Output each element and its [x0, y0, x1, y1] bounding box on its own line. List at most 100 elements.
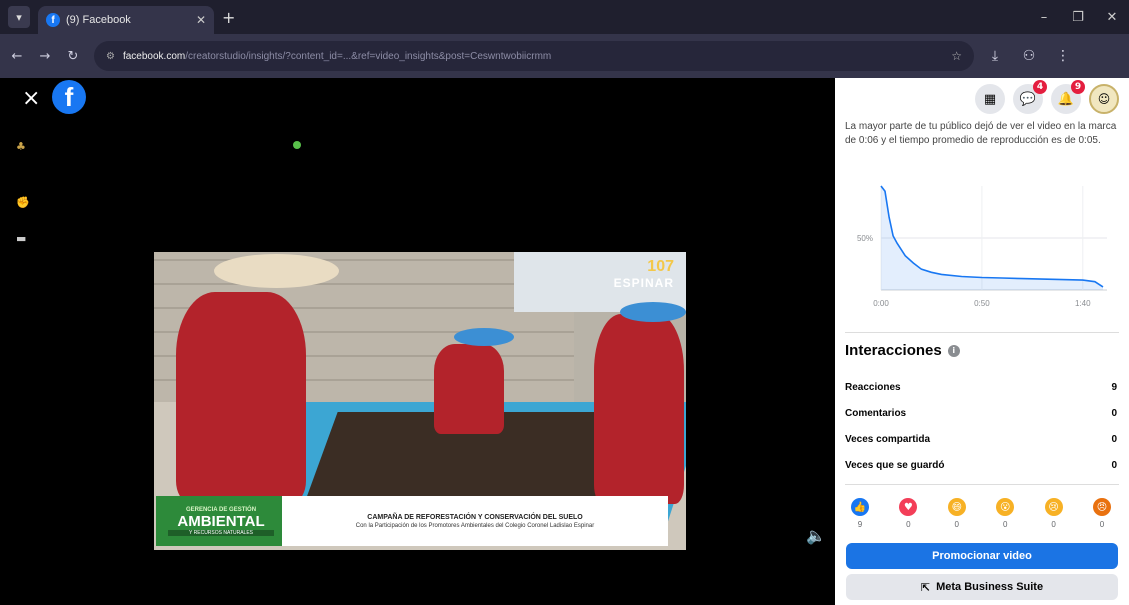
stat-label: Veces que se guardó — [845, 460, 945, 471]
haha-icon: 😄 — [947, 498, 966, 516]
insights-panel: ▦ 💬 4 🔔 9 ☺ La mayor parte de tu público… — [835, 78, 1129, 605]
close-tab-icon[interactable]: ✕ — [196, 13, 206, 27]
stat-label: Comentarios — [845, 408, 907, 419]
url-domain: facebook.com — [122, 50, 186, 62]
browser-menu-icon[interactable]: ⋮ — [1050, 48, 1076, 64]
messenger-badge: 4 — [1033, 80, 1047, 94]
angry-icon: 😠 — [1092, 498, 1111, 516]
reaction-count: 0 — [1051, 520, 1056, 529]
forward-icon[interactable]: → — [34, 49, 56, 64]
minimize-icon[interactable]: – — [1027, 10, 1061, 25]
y-tick-label: 50% — [857, 234, 873, 243]
profile-icon[interactable]: ⚇ — [1016, 48, 1042, 64]
video-frame-person — [434, 344, 504, 434]
menu-grid-icon[interactable]: ▦ — [975, 84, 1005, 114]
external-link-icon: ⇱ — [920, 580, 931, 594]
flex-emoji-icon: ✊ — [16, 196, 30, 209]
volume-icon[interactable]: 🔈 — [806, 526, 826, 545]
banner-headline: CAMPAÑA DE REFORESTACIÓN Y CONSERVACIÓN … — [367, 513, 583, 521]
facebook-favicon-icon: f — [46, 13, 60, 27]
video-lower-third: GERENCIA DE GESTIÓN AMBIENTAL Y RECURSOS… — [156, 496, 668, 546]
retention-chart-svg: 50% 0:00 0:50 1:40 — [857, 185, 1107, 308]
video-player[interactable]: 107 ESPINAR GERENCIA DE GESTIÓN AMBIENTA… — [154, 252, 686, 550]
video-frame-hat — [620, 302, 686, 322]
love-icon: ♥ — [899, 498, 918, 516]
reaction-count: 0 — [1099, 520, 1105, 529]
promote-video-button[interactable]: Promocionar video — [846, 543, 1118, 569]
reload-icon[interactable]: ↻ — [62, 49, 84, 64]
station-name: ESPINAR — [613, 276, 674, 290]
header-icons: ▦ 💬 4 🔔 9 ☺ — [975, 80, 1119, 114]
notifications-badge: 9 — [1071, 80, 1085, 94]
info-icon[interactable]: i — [947, 344, 960, 357]
reaction-count: 0 — [954, 520, 959, 529]
bookmark-star-icon[interactable]: ☆ — [951, 49, 962, 63]
video-frame-person — [594, 314, 684, 504]
stat-label: Veces compartida — [845, 434, 931, 445]
banner-subtitle: Con la Participación de los Promotores A… — [355, 522, 595, 529]
divider — [845, 484, 1119, 485]
notifications-bell-icon[interactable]: 🔔 9 — [1051, 80, 1085, 114]
reaction-count: 0 — [1002, 520, 1008, 529]
retention-summary: La mayor parte de tu público dejó de ver… — [845, 121, 1117, 146]
plant-emoji-icon: ♣ — [16, 140, 26, 153]
stat-value: 0 — [1111, 434, 1117, 445]
reaction-breakdown: 👍 9 ♥ 0 😄 0 😮 0 😢 0 😠 0 — [843, 498, 1119, 529]
reaction-love: ♥ 0 — [891, 498, 925, 529]
brand-bottom: Y RECURSOS NATURALES — [168, 529, 274, 536]
reaction-count: 0 — [906, 520, 911, 529]
maximize-icon[interactable]: ❐ — [1061, 10, 1095, 25]
video-frame-hat — [454, 328, 514, 346]
station-number: 107 — [647, 258, 674, 275]
brand-main: AMBIENTAL — [177, 512, 265, 530]
download-icon[interactable]: ⤓ — [982, 48, 1008, 64]
x-tick-label: 1:40 — [1075, 299, 1091, 308]
facebook-logo-icon[interactable]: f — [52, 80, 86, 114]
interactions-title: Interacciones — [845, 342, 942, 359]
reaction-angry: 😠 0 — [1085, 498, 1119, 529]
reaction-wow: 😮 0 — [988, 498, 1022, 529]
close-window-icon[interactable]: ✕ — [1095, 10, 1129, 25]
stat-value: 0 — [1111, 408, 1117, 419]
tab-title: (9) Facebook — [66, 14, 131, 26]
new-tab-icon[interactable]: + — [222, 8, 235, 27]
back-icon[interactable]: ← — [6, 49, 28, 64]
avatar[interactable]: ☺ — [1089, 84, 1119, 114]
stat-row-shares: Veces compartida 0 — [845, 434, 1117, 445]
site-info-icon[interactable]: ⚙ — [106, 51, 115, 62]
station-logo: 107 ESPINAR — [614, 258, 674, 290]
reaction-sad: 😢 0 — [1037, 498, 1071, 529]
reaction-like: 👍 9 — [843, 498, 877, 529]
lower-third-text: CAMPAÑA DE REFORESTACIÓN Y CONSERVACIÓN … — [282, 514, 668, 529]
green-dot-icon — [293, 141, 301, 149]
lower-third-brand: GERENCIA DE GESTIÓN AMBIENTAL Y RECURSOS… — [160, 496, 282, 546]
tab-menu-icon[interactable]: ▾ — [8, 6, 30, 28]
stat-value: 9 — [1111, 382, 1117, 393]
retention-chart: 50% 0:00 0:50 1:40 — [845, 178, 1120, 323]
video-frame-person — [176, 292, 306, 502]
divider — [845, 332, 1119, 333]
address-bar-row: ← → ↻ ⚙ facebook.com /creatorstudio/insi… — [0, 34, 1129, 78]
meta-business-suite-button[interactable]: ⇱ Meta Business Suite — [846, 574, 1118, 600]
reaction-haha: 😄 0 — [940, 498, 974, 529]
x-tick-label: 0:00 — [873, 299, 889, 308]
video-frame-hat — [214, 254, 339, 288]
interactions-heading: Interacciones i — [845, 342, 960, 359]
x-tick-label: 0:50 — [974, 299, 990, 308]
like-icon: 👍 — [851, 498, 869, 516]
wow-icon: 😮 — [996, 498, 1015, 516]
close-viewer-icon[interactable]: × — [22, 86, 40, 111]
messenger-icon[interactable]: 💬 4 — [1013, 80, 1047, 114]
url-input[interactable]: ⚙ facebook.com /creatorstudio/insights/?… — [94, 41, 974, 71]
reaction-count: 9 — [857, 520, 863, 529]
browser-tab[interactable]: f (9) Facebook ✕ — [38, 6, 214, 34]
stat-label: Reacciones — [845, 382, 901, 393]
browser-tab-bar: ▾ f (9) Facebook ✕ + – ❐ ✕ — [0, 0, 1129, 34]
stat-row-reactions: Reacciones 9 — [845, 382, 1117, 393]
sad-icon: 😢 — [1044, 498, 1063, 516]
stat-value: 0 — [1111, 460, 1117, 471]
stat-row-comments: Comentarios 0 — [845, 408, 1117, 419]
meta-business-suite-label: Meta Business Suite — [936, 581, 1044, 593]
window-controls: – ❐ ✕ — [1027, 0, 1129, 34]
video-viewer: × f ♣ ✊ ▬ 107 ESPINAR GERENCIA DE GESTIÓ… — [0, 78, 835, 605]
